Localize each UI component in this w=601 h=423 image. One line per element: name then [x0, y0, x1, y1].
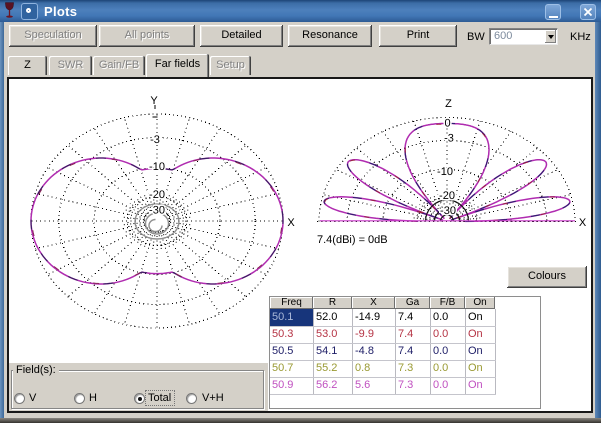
svg-text:-3: -3 [444, 133, 454, 145]
svg-text:-10: -10 [149, 161, 165, 173]
svg-text:Z: Z [445, 98, 452, 110]
svg-text:-30: -30 [440, 205, 456, 217]
svg-text:X: X [287, 217, 295, 229]
svg-text:-30: -30 [149, 205, 165, 217]
svg-text:X: X [579, 217, 587, 229]
svg-text:-3: -3 [150, 134, 160, 146]
svg-text:-10: -10 [437, 166, 453, 178]
svg-text:Y: Y [150, 95, 158, 107]
svg-text:-20: -20 [439, 190, 455, 202]
svg-text:-20: -20 [149, 189, 165, 201]
svg-text:7.4(dBi) = 0dB: 7.4(dBi) = 0dB [317, 234, 388, 246]
svg-text:0: 0 [444, 118, 450, 130]
